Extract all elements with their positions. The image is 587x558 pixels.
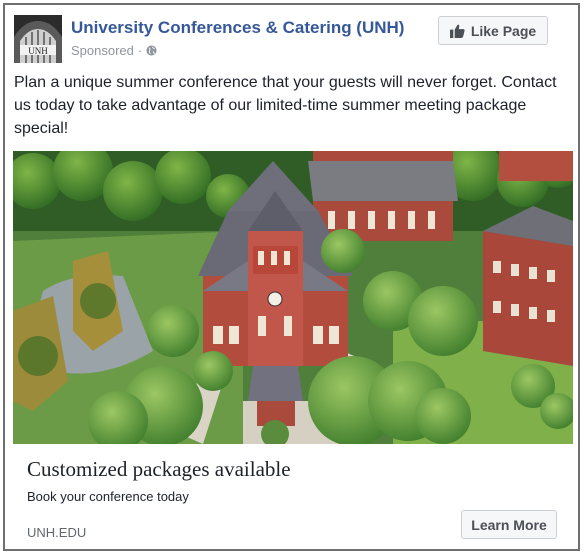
page-logo-image: UNH: [14, 15, 62, 63]
sponsored-post-card: UNH University Conferences & Catering (U…: [3, 3, 580, 551]
campus-aerial-photo: [13, 151, 573, 444]
meta-separator: ·: [137, 43, 143, 58]
page-avatar[interactable]: UNH: [14, 15, 62, 63]
thumbs-up-icon: [449, 24, 465, 38]
post-meta: Sponsored ·: [71, 43, 157, 58]
svg-text:UNH: UNH: [28, 46, 48, 56]
link-domain: UNH.EDU: [27, 525, 87, 540]
post-body-text: Plan a unique summer conference that you…: [14, 74, 557, 137]
like-page-button[interactable]: Like Page: [438, 16, 548, 45]
like-page-label: Like Page: [470, 22, 537, 39]
link-headline[interactable]: Customized packages available: [27, 457, 291, 482]
sponsored-label[interactable]: Sponsored: [71, 43, 134, 58]
learn-more-button[interactable]: Learn More: [461, 510, 557, 539]
page-name-link[interactable]: University Conferences & Catering (UNH): [71, 18, 404, 38]
ad-image[interactable]: [13, 151, 573, 444]
globe-icon[interactable]: [146, 45, 157, 56]
link-description: Book your conference today: [27, 489, 189, 504]
